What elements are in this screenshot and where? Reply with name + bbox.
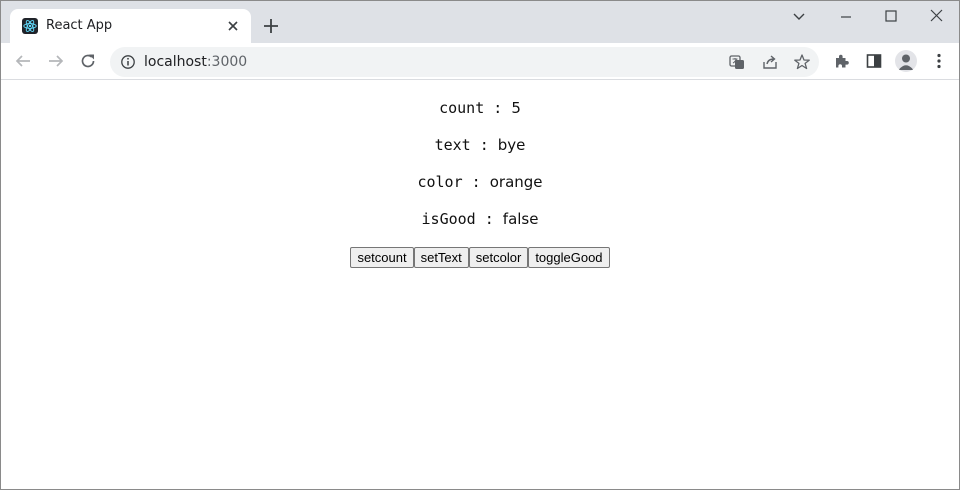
react-logo-icon xyxy=(22,18,38,34)
more-menu-icon[interactable] xyxy=(930,52,948,70)
isgood-line: isGood : false xyxy=(1,210,959,228)
site-info-icon[interactable] xyxy=(120,54,136,70)
togglegood-button[interactable]: toggleGood xyxy=(528,247,610,268)
setcount-button[interactable]: setcount xyxy=(350,247,414,268)
settext-button[interactable]: setText xyxy=(413,247,469,268)
tab-react-app[interactable]: React App xyxy=(10,9,251,43)
reload-icon[interactable] xyxy=(78,51,98,71)
profile-avatar-icon[interactable] xyxy=(895,50,917,72)
count-line: count : 5 xyxy=(1,99,959,117)
text-value: bye xyxy=(497,136,526,154)
extensions-puzzle-icon[interactable] xyxy=(833,52,851,70)
side-panel-icon[interactable] xyxy=(865,52,883,70)
setcolor-button[interactable]: setcolor xyxy=(468,247,529,268)
forward-arrow-icon[interactable] xyxy=(46,51,66,71)
close-tab-icon[interactable] xyxy=(224,17,242,35)
button-row: setcount setText setcolor toggleGood xyxy=(1,247,959,268)
text-label: text : xyxy=(434,136,498,154)
share-icon[interactable] xyxy=(761,53,779,71)
translate-icon[interactable] xyxy=(728,53,746,71)
isgood-label: isGood : xyxy=(421,210,503,228)
browser-window: React App localhost:3000 count: 5 text … xyxy=(0,0,960,490)
minimize-icon[interactable] xyxy=(836,7,856,27)
tab-strip: React App xyxy=(1,1,959,43)
isgood-value: false xyxy=(502,210,539,228)
count-label: count : xyxy=(439,99,512,117)
tab-title: React App xyxy=(46,18,113,33)
color-label: color : xyxy=(417,173,490,191)
bookmark-star-icon[interactable] xyxy=(793,53,811,71)
back-arrow-icon[interactable] xyxy=(13,51,33,71)
maximize-icon[interactable] xyxy=(881,7,901,27)
count-value: 5 xyxy=(511,99,521,117)
url-port: :3000 xyxy=(206,54,248,70)
address-bar[interactable]: localhost:3000 xyxy=(110,47,819,77)
url-text[interactable]: localhost:3000 xyxy=(144,54,247,70)
color-line: color : orange xyxy=(1,173,959,191)
browser-toolbar: localhost:3000 xyxy=(1,43,959,80)
url-host: localhost xyxy=(144,54,207,70)
close-window-icon[interactable] xyxy=(927,7,947,27)
text-line: text : bye xyxy=(1,136,959,154)
page-content: count : 5 text : bye color : orange isGo… xyxy=(1,81,959,489)
tab-search-chevron-icon[interactable] xyxy=(789,7,809,27)
color-value: orange xyxy=(489,173,543,191)
new-tab-icon[interactable] xyxy=(262,17,280,35)
